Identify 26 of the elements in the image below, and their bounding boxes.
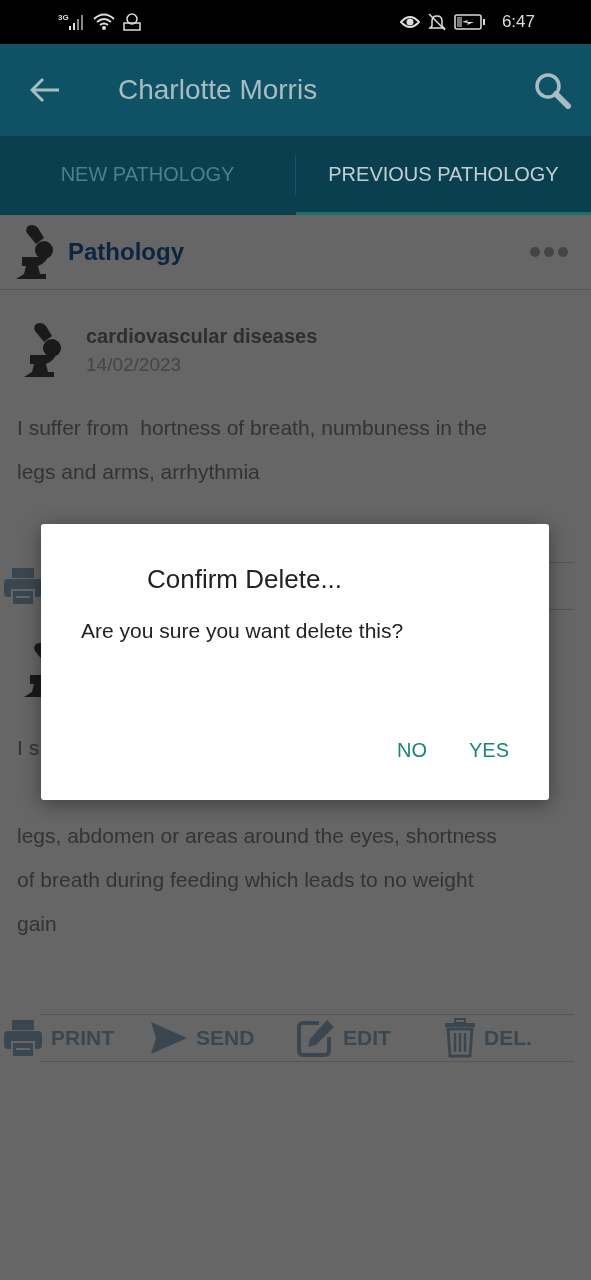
dialog-title: Confirm Delete...	[147, 564, 344, 595]
search-icon[interactable]	[533, 71, 571, 109]
battery-charging-icon	[453, 14, 486, 30]
microscope-icon	[14, 224, 54, 280]
network-type: 3G	[58, 13, 69, 22]
record-title: cardiovascular diseases	[86, 324, 318, 348]
microscope-icon	[22, 322, 62, 378]
wifi-icon	[92, 13, 115, 31]
app-bar-title: Charlotte Morris	[118, 74, 319, 106]
printer-icon[interactable]	[3, 566, 43, 606]
printer-icon	[3, 1018, 43, 1058]
tab[interactable]: PREVIOUS PATHOLOGY	[296, 136, 591, 215]
trash-icon	[444, 1018, 476, 1058]
app-notification-icon	[122, 13, 141, 31]
section-title: Pathology	[68, 238, 185, 266]
signal-icon	[68, 14, 85, 30]
edit-icon	[297, 1019, 335, 1057]
bell-off-icon	[427, 13, 446, 31]
send-icon	[150, 1020, 188, 1056]
back-arrow-icon[interactable]	[30, 77, 60, 103]
dialog-button[interactable]: YES	[458, 731, 519, 770]
clock-time: 6:47	[501, 12, 535, 32]
dialog-message: Are you sure you want delete this?	[81, 619, 405, 643]
eye-icon	[399, 14, 420, 30]
dialog-button[interactable]: NO	[386, 731, 437, 770]
tab[interactable]: NEW PATHOLOGY	[0, 136, 295, 215]
